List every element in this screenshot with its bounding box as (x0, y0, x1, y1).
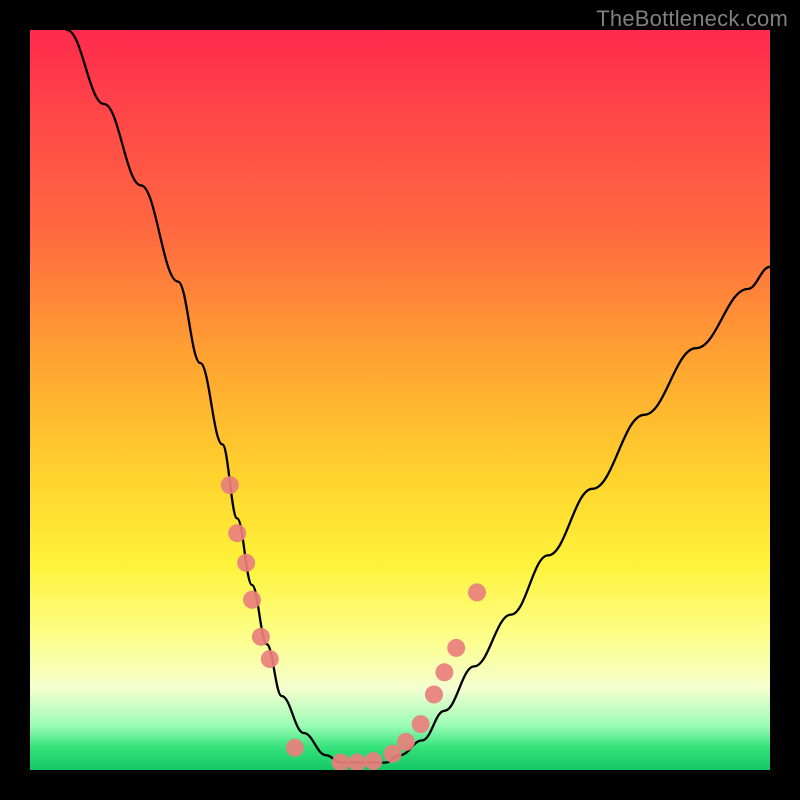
marker-dot (252, 628, 270, 646)
plot-area (30, 30, 770, 770)
marker-dot (435, 663, 453, 681)
marker-dot (243, 591, 261, 609)
bottleneck-chart (30, 30, 770, 770)
marker-dot (348, 754, 366, 770)
marker-dot (237, 554, 255, 572)
marker-dot (261, 650, 279, 668)
marker-dot (228, 524, 246, 542)
marker-dot (397, 733, 415, 751)
bottleneck-curve-line (67, 30, 770, 763)
marker-dot (286, 739, 304, 757)
outer-black-frame: TheBottleneck.com (0, 0, 800, 800)
marker-dot (425, 686, 443, 704)
marker-dot (364, 752, 382, 770)
marker-dot (468, 583, 486, 601)
watermark-text: TheBottleneck.com (596, 6, 788, 32)
marker-dot (332, 754, 350, 770)
marker-dot (221, 476, 239, 494)
marker-dot (447, 639, 465, 657)
marker-dot (412, 715, 430, 733)
